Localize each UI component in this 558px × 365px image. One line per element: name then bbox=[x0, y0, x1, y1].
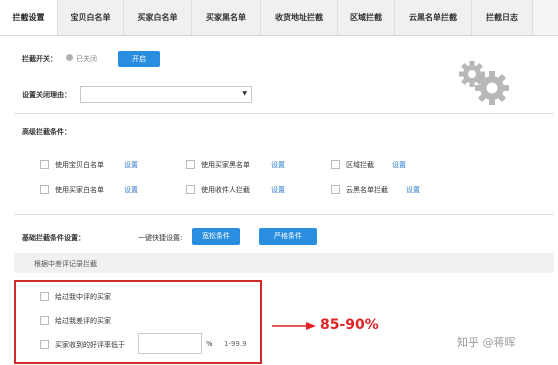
tab-address-intercept[interactable]: 收货地址拦截 bbox=[261, 0, 338, 35]
checkbox-region-intercept[interactable] bbox=[331, 160, 340, 169]
tab-buyer-whitelist[interactable]: 买家白名单 bbox=[124, 0, 192, 35]
tab-region-intercept[interactable]: 区域拦截 bbox=[338, 0, 395, 35]
checkbox-recipient-intercept[interactable] bbox=[186, 185, 195, 194]
switch-status: 已关闭 bbox=[76, 55, 97, 63]
buyer-whitelist-label: 使用买家白名单 bbox=[55, 186, 104, 194]
cloud-blacklist-label: 云黑名单拦截 bbox=[346, 186, 388, 194]
basic-title: 基础拦截条件设置： bbox=[22, 234, 85, 242]
arrow-right-icon bbox=[272, 321, 316, 331]
checkbox-buyer-blacklist[interactable] bbox=[186, 160, 195, 169]
region-intercept-settings-link[interactable]: 设置 bbox=[392, 160, 406, 170]
highlight-box bbox=[14, 280, 262, 364]
section-header-label: 根据中差评记录拦截 bbox=[34, 260, 97, 268]
buyer-whitelist-settings-link[interactable]: 设置 bbox=[124, 185, 138, 195]
checkbox-buyer-whitelist[interactable] bbox=[40, 185, 49, 194]
tab-bar: 拦截设置 宝贝白名单 买家白名单 买家黑名单 收货地址拦截 区域拦截 云黑名单拦… bbox=[0, 0, 558, 36]
chevron-down-icon: ▼ bbox=[242, 90, 247, 97]
tab-cloud-blacklist[interactable]: 云黑名单拦截 bbox=[395, 0, 472, 35]
gear-icon bbox=[454, 58, 514, 108]
recipient-intercept-settings-link[interactable]: 设置 bbox=[271, 185, 285, 195]
item-whitelist-settings-link[interactable]: 设置 bbox=[124, 160, 138, 170]
tab-intercept-log[interactable]: 拦截日志 bbox=[472, 0, 533, 35]
checkbox-cloud-blacklist[interactable] bbox=[331, 185, 340, 194]
reason-select[interactable]: ▼ bbox=[80, 86, 252, 103]
item-whitelist-label: 使用宝贝白名单 bbox=[55, 161, 104, 169]
annotation-text: 85-90% bbox=[320, 317, 379, 333]
reason-label: 设置关闭理由： bbox=[22, 91, 71, 99]
watermark: 知乎 @蒋晖 bbox=[457, 336, 516, 349]
region-intercept-label: 区域拦截 bbox=[346, 161, 374, 169]
divider bbox=[14, 214, 554, 215]
checkbox-item-whitelist[interactable] bbox=[40, 160, 49, 169]
advanced-title: 高级拦截条件： bbox=[22, 128, 71, 136]
divider bbox=[14, 113, 554, 114]
loose-conditions-button[interactable]: 宽松条件 bbox=[192, 228, 240, 245]
open-button[interactable]: 开启 bbox=[118, 51, 160, 67]
strict-conditions-button[interactable]: 严格条件 bbox=[259, 228, 317, 245]
buyer-blacklist-settings-link[interactable]: 设置 bbox=[271, 160, 285, 170]
cloud-blacklist-settings-link[interactable]: 设置 bbox=[406, 185, 420, 195]
tab-item-whitelist[interactable]: 宝贝白名单 bbox=[58, 0, 124, 35]
tab-intercept-settings[interactable]: 拦截设置 bbox=[0, 0, 58, 35]
tab-buyer-blacklist[interactable]: 买家黑名单 bbox=[192, 0, 261, 35]
quick-settings-label: 一键快捷设置: bbox=[138, 234, 183, 242]
recipient-intercept-label: 使用收件人拦截 bbox=[201, 186, 250, 194]
buyer-blacklist-label: 使用买家黑名单 bbox=[201, 161, 250, 169]
switch-label: 拦截开关： bbox=[22, 55, 57, 63]
status-dot-icon bbox=[66, 54, 73, 61]
